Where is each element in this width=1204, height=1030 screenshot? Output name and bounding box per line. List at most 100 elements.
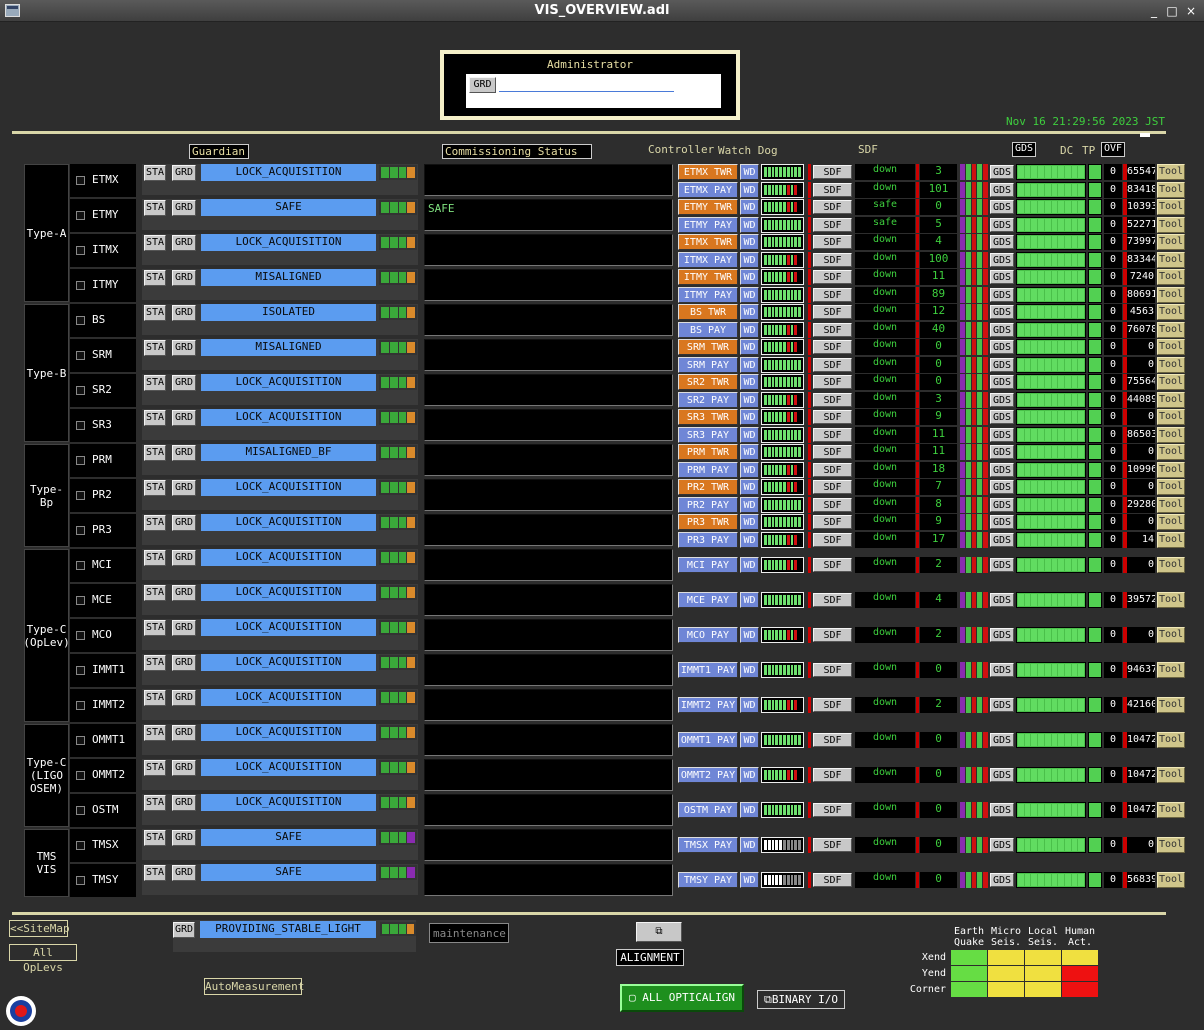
grd-button[interactable]: GRD bbox=[172, 305, 196, 321]
commissioning-status[interactable] bbox=[424, 164, 673, 196]
optic-checkbox[interactable] bbox=[76, 561, 85, 570]
sdf-button[interactable]: SDF bbox=[813, 287, 852, 302]
gds-button[interactable]: GDS bbox=[990, 252, 1014, 267]
watchdog-button[interactable]: WD bbox=[740, 732, 759, 748]
sta-button[interactable]: STA bbox=[144, 795, 166, 811]
gds-button[interactable]: GDS bbox=[990, 392, 1014, 407]
guardian-state[interactable]: LOCK_ACQUISITION bbox=[201, 549, 376, 566]
grd-button[interactable]: GRD bbox=[172, 830, 196, 846]
gds-button[interactable]: GDS bbox=[990, 663, 1014, 677]
sdf-button[interactable]: SDF bbox=[813, 165, 852, 179]
tool-button[interactable]: Tool bbox=[1157, 479, 1185, 495]
sta-button[interactable]: STA bbox=[144, 550, 166, 566]
optic-checkbox[interactable] bbox=[76, 666, 85, 675]
watchdog-button[interactable]: WD bbox=[740, 496, 759, 513]
controller-button[interactable]: BS PAY bbox=[678, 321, 738, 338]
optic-checkbox[interactable] bbox=[76, 316, 85, 325]
controller-button[interactable]: SR3 TWR bbox=[678, 409, 738, 425]
grd-button[interactable]: GRD bbox=[172, 585, 196, 601]
gds-button[interactable]: GDS bbox=[990, 480, 1014, 494]
guardian-state[interactable]: SAFE bbox=[201, 864, 376, 881]
alignment-copy-icon[interactable]: ⧉ bbox=[636, 922, 682, 942]
commissioning-status[interactable] bbox=[424, 234, 673, 266]
sta-button[interactable]: STA bbox=[144, 620, 166, 636]
gds-button[interactable]: GDS bbox=[990, 462, 1014, 477]
tool-button[interactable]: Tool bbox=[1157, 592, 1185, 608]
watchdog-button[interactable]: WD bbox=[740, 872, 759, 888]
sdf-button[interactable]: SDF bbox=[813, 515, 852, 529]
watchdog-button[interactable]: WD bbox=[740, 356, 759, 373]
watchdog-button[interactable]: WD bbox=[740, 339, 759, 355]
grd-button[interactable]: GRD bbox=[172, 235, 196, 251]
grd-button[interactable]: GRD bbox=[172, 480, 196, 496]
watchdog-button[interactable]: WD bbox=[740, 199, 759, 215]
commissioning-status[interactable] bbox=[424, 864, 673, 896]
gds-button[interactable]: GDS bbox=[990, 515, 1014, 529]
sdf-button[interactable]: SDF bbox=[813, 558, 852, 572]
controller-button[interactable]: ETMY PAY bbox=[678, 216, 738, 233]
sdf-button[interactable]: SDF bbox=[813, 733, 852, 747]
grd-button[interactable]: GRD bbox=[172, 340, 196, 356]
optic-checkbox[interactable] bbox=[76, 876, 85, 885]
gds-button[interactable]: GDS bbox=[990, 410, 1014, 424]
sitemap-button[interactable]: <<SiteMap bbox=[9, 920, 70, 937]
grd-button[interactable]: GRD bbox=[172, 410, 196, 426]
tool-button[interactable]: Tool bbox=[1157, 339, 1185, 355]
sdf-button[interactable]: SDF bbox=[813, 445, 852, 459]
tool-button[interactable]: Tool bbox=[1157, 557, 1185, 573]
watchdog-button[interactable]: WD bbox=[740, 426, 759, 443]
controller-button[interactable]: PRM TWR bbox=[678, 444, 738, 460]
tool-button[interactable]: Tool bbox=[1157, 426, 1185, 443]
guardian-state[interactable]: SAFE bbox=[201, 829, 376, 846]
controller-button[interactable]: PR3 TWR bbox=[678, 514, 738, 530]
watchdog-button[interactable]: WD bbox=[740, 216, 759, 233]
gds-button[interactable]: GDS bbox=[990, 322, 1014, 337]
sta-button[interactable]: STA bbox=[144, 305, 166, 321]
gds-button[interactable]: GDS bbox=[990, 200, 1014, 214]
grd-button[interactable]: GRD bbox=[172, 445, 196, 461]
watchdog-button[interactable]: WD bbox=[740, 391, 759, 408]
sdf-button[interactable]: SDF bbox=[813, 357, 852, 372]
controller-button[interactable]: SRM PAY bbox=[678, 356, 738, 373]
sdf-button[interactable]: SDF bbox=[813, 462, 852, 477]
tool-button[interactable]: Tool bbox=[1157, 234, 1185, 250]
controller-button[interactable]: ETMX PAY bbox=[678, 181, 738, 198]
watchdog-button[interactable]: WD bbox=[740, 461, 759, 478]
optic-checkbox[interactable] bbox=[76, 771, 85, 780]
sdf-button[interactable]: SDF bbox=[813, 480, 852, 494]
commissioning-status[interactable] bbox=[424, 654, 673, 686]
commissioning-status[interactable] bbox=[424, 549, 673, 581]
sdf-button[interactable]: SDF bbox=[813, 182, 852, 197]
commissioning-status[interactable] bbox=[424, 409, 673, 441]
guardian-state[interactable]: LOCK_ACQUISITION bbox=[201, 759, 376, 776]
controller-button[interactable]: PR2 PAY bbox=[678, 496, 738, 513]
watchdog-button[interactable]: WD bbox=[740, 374, 759, 390]
sdf-button[interactable]: SDF bbox=[813, 838, 852, 852]
sta-button[interactable]: STA bbox=[144, 760, 166, 776]
grd-button[interactable]: GRD bbox=[172, 795, 196, 811]
optic-checkbox[interactable] bbox=[76, 596, 85, 605]
watchdog-button[interactable]: WD bbox=[740, 767, 759, 783]
optic-checkbox[interactable] bbox=[76, 351, 85, 360]
tool-button[interactable]: Tool bbox=[1157, 356, 1185, 373]
all-opticalign-button[interactable]: ▢ ALL OPTICALIGN bbox=[620, 984, 744, 1012]
watchdog-button[interactable]: WD bbox=[740, 592, 759, 608]
commissioning-status[interactable] bbox=[424, 619, 673, 651]
sta-button[interactable]: STA bbox=[144, 270, 166, 286]
watchdog-button[interactable]: WD bbox=[740, 286, 759, 303]
tool-button[interactable]: Tool bbox=[1157, 164, 1185, 180]
sdf-button[interactable]: SDF bbox=[813, 340, 852, 354]
tool-button[interactable]: Tool bbox=[1157, 802, 1185, 818]
optic-checkbox[interactable] bbox=[76, 701, 85, 710]
optic-checkbox[interactable] bbox=[76, 491, 85, 500]
tool-button[interactable]: Tool bbox=[1157, 199, 1185, 215]
tool-button[interactable]: Tool bbox=[1157, 627, 1185, 643]
sta-button[interactable]: STA bbox=[144, 200, 166, 216]
grd-button[interactable]: GRD bbox=[172, 375, 196, 391]
sta-button[interactable]: STA bbox=[144, 235, 166, 251]
gds-button[interactable]: GDS bbox=[990, 217, 1014, 232]
controller-button[interactable]: OMMT2 PAY bbox=[678, 767, 738, 783]
commissioning-status[interactable] bbox=[424, 794, 673, 826]
sdf-button[interactable]: SDF bbox=[813, 497, 852, 512]
sdf-button[interactable]: SDF bbox=[813, 873, 852, 887]
